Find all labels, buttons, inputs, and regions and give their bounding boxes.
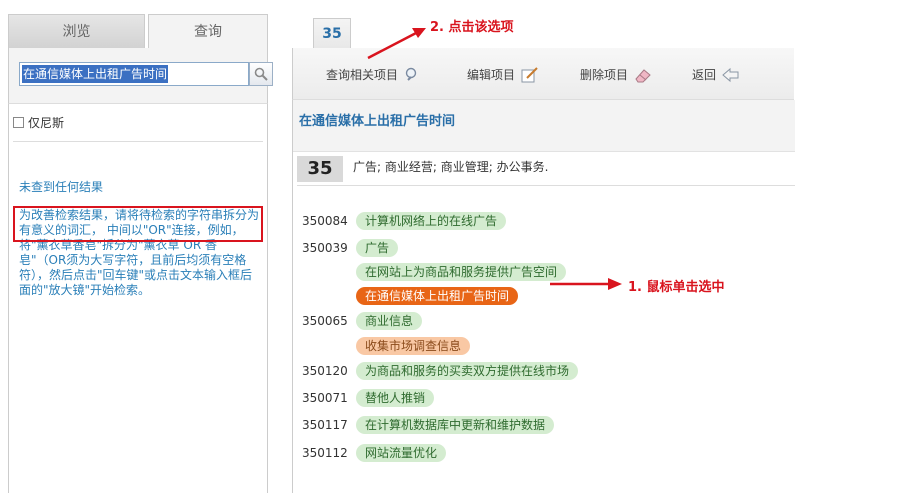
class-description: 广告; 商业经营; 商业管理; 办公事务.: [353, 160, 549, 174]
search-icon: [254, 67, 268, 81]
search-area: 在通信媒体上出租广告时间: [8, 48, 273, 104]
nice-only-filter[interactable]: 仅尼斯: [13, 104, 263, 142]
edit-icon: [521, 66, 538, 82]
nice-only-checkbox[interactable]: [13, 117, 24, 128]
heading-bar: 在通信媒体上出租广告时间: [293, 100, 795, 152]
item-code: 350071: [302, 391, 348, 405]
edit-item-label: 编辑项目: [467, 68, 516, 82]
annotation-step2: 2. 点击该选项: [430, 20, 514, 35]
content-area: 在通信媒体上出租广告时间 35 广告; 商业经营; 商业管理; 办公事务. 35…: [292, 100, 795, 493]
item-pill[interactable]: 替他人推销: [356, 389, 435, 407]
query-related-button[interactable]: 查询相关项目: [326, 66, 420, 83]
tab-class-35[interactable]: 35: [313, 18, 351, 48]
search-button[interactable]: [249, 62, 273, 86]
item-pill[interactable]: 为商品和服务的买卖双方提供在线市场: [356, 362, 579, 380]
right-panel: 35 查询相关项目 编辑项目 删除项目 返回 在通信媒体上出租广告时间 35 广…: [292, 14, 795, 493]
item-code: 350039: [302, 241, 348, 255]
item-pill[interactable]: 在计算机数据库中更新和维护数据: [356, 416, 555, 434]
item-heading: 在通信媒体上出租广告时间: [299, 114, 456, 129]
item-pill[interactable]: 在网站上为商品和服务提供广告空间: [356, 263, 567, 281]
item-code: 350084: [302, 214, 348, 228]
hint-highlight-box: [13, 206, 263, 242]
class-row: 35 广告; 商业经营; 商业管理; 办公事务.: [297, 154, 795, 186]
left-tabs: 浏览 查询: [8, 14, 268, 48]
magnifier-icon: [405, 67, 417, 81]
item-code: 350112: [302, 446, 348, 460]
item-pill[interactable]: 计算机网络上的在线广告: [356, 212, 507, 230]
tab-browse[interactable]: 浏览: [8, 14, 145, 48]
search-input[interactable]: 在通信媒体上出租广告时间: [19, 62, 249, 86]
back-button[interactable]: 返回: [692, 66, 740, 83]
query-related-label: 查询相关项目: [326, 68, 399, 82]
nice-only-label: 仅尼斯: [28, 116, 65, 130]
item-pill[interactable]: 广告: [356, 239, 399, 257]
item-pill[interactable]: 网站流量优化: [356, 444, 447, 462]
edit-item-button[interactable]: 编辑项目: [467, 66, 539, 83]
annotation-arrow-step1: [550, 278, 622, 290]
back-arrow-icon: [722, 67, 739, 82]
item-code: 350117: [302, 418, 348, 432]
tab-query[interactable]: 查询: [148, 14, 268, 48]
item-code: 350065: [302, 314, 348, 328]
item-pill[interactable]: 收集市场调查信息: [356, 337, 471, 355]
delete-item-button[interactable]: 删除项目: [580, 66, 652, 83]
item-code: 350120: [302, 364, 348, 378]
left-body: 仅尼斯 未查到任何结果 为改善检索结果，请将待检索的字符串拆分为有意义的词汇， …: [8, 104, 268, 493]
item-pill-selected[interactable]: 在通信媒体上出租广告时间: [356, 287, 519, 305]
annotation-step1: 1. 鼠标单击选中: [628, 280, 725, 295]
eraser-icon: [635, 68, 651, 82]
back-label: 返回: [692, 68, 717, 82]
item-pill[interactable]: 商业信息: [356, 312, 423, 330]
class-number: 35: [297, 156, 343, 182]
search-input-value: 在通信媒体上出租广告时间: [22, 65, 169, 83]
left-panel: 浏览 查询 在通信媒体上出租广告时间 仅尼斯 未查到任何结果 为改善检索结果，请…: [8, 14, 273, 493]
no-result-text: 未查到任何结果: [19, 180, 104, 194]
delete-item-label: 删除项目: [580, 68, 629, 82]
annotation-arrow-step2: [367, 28, 426, 60]
